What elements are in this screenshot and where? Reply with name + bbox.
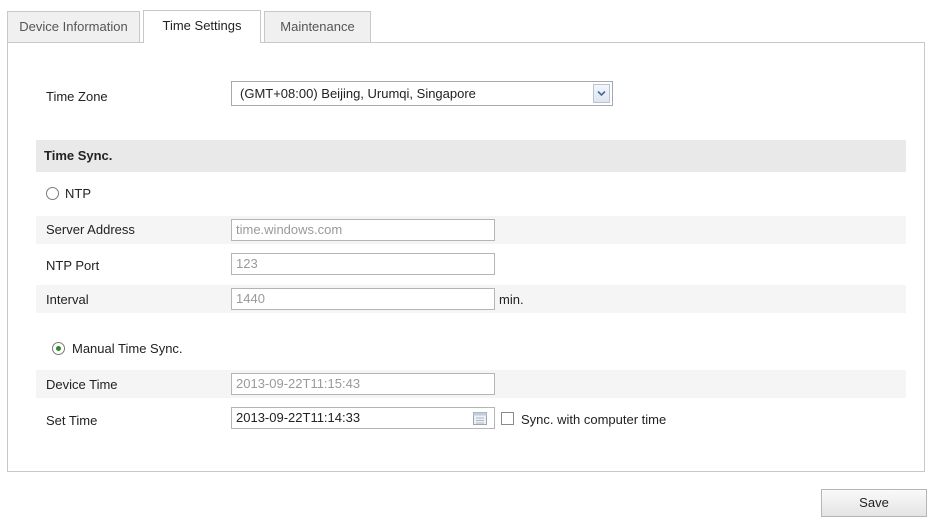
ntp-radio-label: NTP: [65, 186, 91, 201]
time-zone-value: (GMT+08:00) Beijing, Urumqi, Singapore: [240, 86, 476, 101]
tab-bar: Device Information Time Settings Mainten…: [7, 10, 374, 43]
server-address-input[interactable]: time.windows.com: [231, 219, 495, 241]
time-sync-header: Time Sync.: [36, 140, 906, 172]
sync-computer-time-checkbox[interactable]: [501, 412, 514, 425]
tab-device-information[interactable]: Device Information: [7, 11, 140, 42]
set-time-label: Set Time: [46, 413, 98, 428]
manual-time-sync-label: Manual Time Sync.: [72, 341, 183, 356]
time-sync-title: Time Sync.: [44, 148, 113, 163]
ntp-radio[interactable]: [46, 187, 59, 200]
time-zone-label: Time Zone: [46, 89, 108, 104]
tab-time-settings[interactable]: Time Settings: [143, 10, 261, 43]
save-button[interactable]: Save: [821, 489, 927, 517]
calendar-icon[interactable]: [473, 412, 487, 425]
ntp-port-input[interactable]: 123: [231, 253, 495, 275]
device-time-label: Device Time: [46, 377, 118, 392]
interval-label: Interval: [46, 292, 89, 307]
tab-maintenance[interactable]: Maintenance: [264, 11, 371, 42]
interval-input[interactable]: 1440: [231, 288, 495, 310]
set-time-value: 2013-09-22T11:14:33: [236, 410, 361, 425]
sync-computer-time-label: Sync. with computer time: [521, 412, 667, 427]
device-time-input: 2013-09-22T11:15:43: [231, 373, 495, 395]
settings-panel: Time Zone (GMT+08:00) Beijing, Urumqi, S…: [7, 42, 925, 472]
set-time-input[interactable]: 2013-09-22T11:14:33: [231, 407, 495, 429]
manual-time-sync-radio[interactable]: [52, 342, 65, 355]
interval-unit: min.: [499, 292, 524, 307]
time-zone-select[interactable]: (GMT+08:00) Beijing, Urumqi, Singapore: [231, 81, 613, 106]
chevron-down-icon[interactable]: [593, 84, 610, 103]
ntp-port-label: NTP Port: [46, 258, 100, 273]
time-settings-page: Device Information Time Settings Mainten…: [0, 0, 937, 517]
server-address-label: Server Address: [46, 222, 135, 237]
